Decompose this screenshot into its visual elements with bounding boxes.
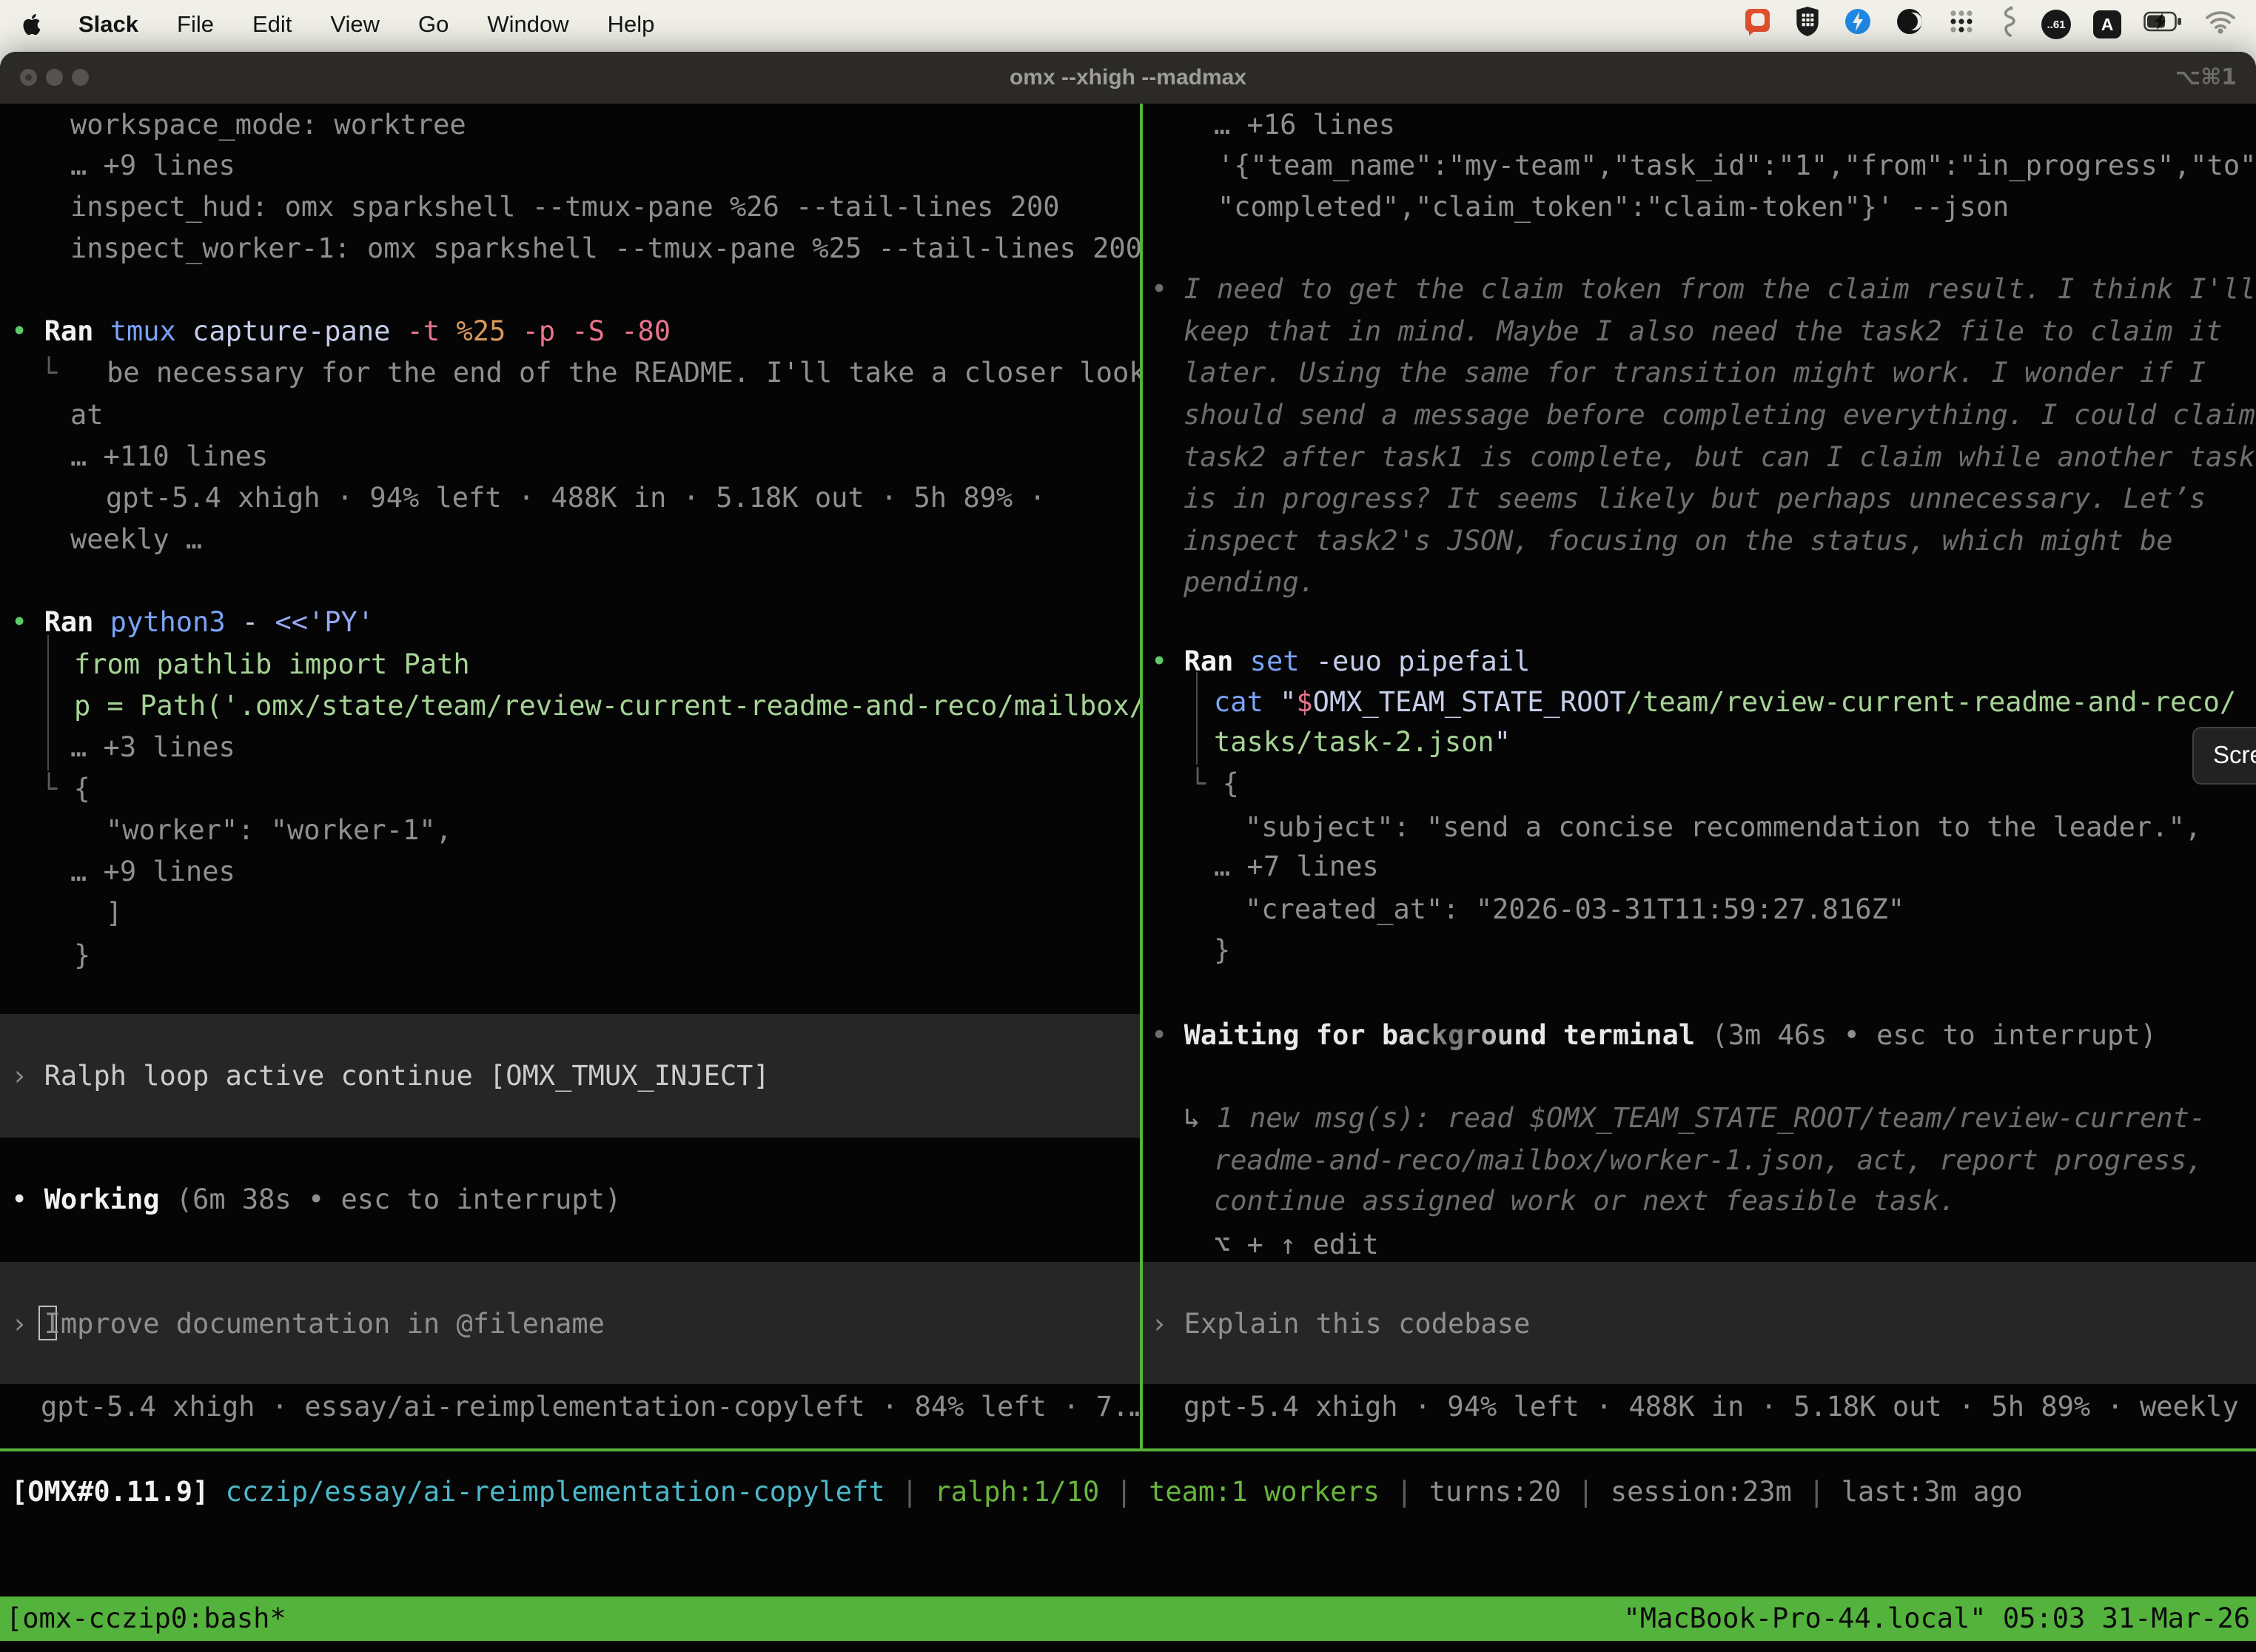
output-connector: [1196, 672, 1198, 765]
terminal-line: inspect task2's JSON, focusing on the st…: [1184, 520, 2173, 562]
omx-status-line: [OMX#0.11.9] cczip/essay/ai-reimplementa…: [11, 1471, 2023, 1513]
output-connector: [47, 635, 49, 770]
terminal-line: at: [70, 394, 104, 436]
terminal-line: … +3 lines: [70, 726, 235, 768]
terminal-line: }: [74, 934, 90, 976]
tmux-session-label[interactable]: [omx-cczip0:bash*: [6, 1596, 286, 1641]
pane-divider[interactable]: [1140, 104, 1143, 1451]
terminal-line: task2 after task1 is complete, but can I…: [1184, 436, 2255, 478]
thinking-line: • I need to get the claim token from the…: [1151, 268, 2256, 310]
screen-tooltip: Scre: [2192, 727, 2256, 785]
terminal-line: is in progress? It seems likely but perh…: [1184, 477, 2206, 520]
menu-window[interactable]: Window: [487, 11, 568, 37]
input-source-icon[interactable]: A: [2093, 10, 2121, 38]
menubar-status-icons: ..61 A: [1742, 5, 2237, 44]
working-status-line: • Working (6m 38s • esc to interrupt): [11, 1178, 621, 1220]
chat-app-icon[interactable]: [1742, 7, 1772, 42]
window-shortcut-badge: ⌥⌘1: [2175, 52, 2237, 104]
menu-file[interactable]: File: [177, 11, 214, 37]
terminal-line: from pathlib import Path: [74, 643, 470, 685]
prompt-placeholder-line: › Improve documentation in @filename: [11, 1303, 605, 1345]
terminal-line: inspect_worker-1: omx sparkshell --tmux-…: [70, 227, 1140, 269]
moon-icon[interactable]: [1895, 7, 1924, 42]
terminal-line: continue assigned work or next feasible …: [1214, 1180, 1955, 1222]
waiting-status-line: • Waiting for background terminal (3m 46…: [1151, 1014, 2157, 1056]
dots-grid-icon[interactable]: [1947, 7, 1976, 42]
terminal-line: └ {: [41, 768, 90, 810]
terminal-line: cat "$OMX_TEAM_STATE_ROOT/team/review-cu…: [1214, 681, 2236, 723]
terminal-line: workspace_mode: worktree: [70, 104, 466, 146]
terminal-line: "worker": "worker-1",: [106, 809, 452, 851]
menu-help[interactable]: Help: [608, 11, 655, 37]
battery-icon[interactable]: [2143, 11, 2182, 38]
menu-items: Slack File Edit View Go Window Help: [78, 11, 693, 38]
edit-hint-line: ⌥ + ↑ edit: [1214, 1223, 1379, 1266]
tmux-status-bar: [omx-cczip0:bash* "MacBook-Pro-44.local"…: [0, 1596, 2256, 1641]
apple-logo-icon[interactable]: [19, 12, 44, 37]
terminal-line: }: [1214, 929, 1230, 971]
terminal-line: should send a message before completing …: [1184, 394, 2255, 436]
terminal-line: ]: [106, 892, 122, 934]
prompt-placeholder-line: › Explain this codebase: [1151, 1303, 1530, 1345]
model-status-line: gpt-5.4 xhigh · 94% left · 488K in · 5.1…: [1184, 1386, 2256, 1428]
terminal-line: └ be necessary for the end of the README…: [41, 352, 1140, 394]
terminal-line: … +110 lines: [70, 435, 268, 477]
terminal-line: keep that in mind. Maybe I also need the…: [1184, 310, 2222, 352]
terminal-line: pending.: [1184, 561, 1315, 603]
terminal-content: workspace_mode: worktree… +9 linesinspec…: [0, 104, 2256, 1652]
terminal-line: p = Path('.omx/state/team/review-current…: [74, 685, 1140, 727]
activity-badge-icon[interactable]: [1843, 7, 1873, 42]
tooltip-text: Scre: [2213, 741, 2256, 768]
menu-go[interactable]: Go: [418, 11, 449, 37]
window-titlebar[interactable]: omx --xhigh --madmax ⌥⌘1: [0, 52, 2256, 104]
terminal-line: "completed","claim_token":"claim-token"}…: [1218, 186, 2009, 228]
hud-pane[interactable]: workspace_mode: worktree… +9 linesinspec…: [0, 104, 1140, 1448]
model-status-line: gpt-5.4 xhigh · essay/ai-reimplementatio…: [41, 1386, 1140, 1428]
ran-python-line: • Ran python3 - <<'PY': [11, 601, 374, 643]
terminal-line: '{"team_name":"my-team","task_id":"1","f…: [1218, 144, 2256, 187]
worker-pane[interactable]: … +16 lines'{"team_name":"my-team","task…: [1149, 104, 2256, 1448]
terminal-line: … +9 lines: [70, 850, 235, 893]
terminal-line: readme-and-reco/mailbox/worker-1.json, a…: [1214, 1139, 2203, 1181]
terminal-line: "created_at": "2026-03-31T11:59:27.816Z": [1245, 888, 1904, 930]
terminal-line: tasks/task-2.json": [1214, 721, 1511, 763]
terminal-line: later. Using the same for transition mig…: [1184, 352, 2206, 394]
password-shield-icon[interactable]: [1794, 6, 1821, 43]
terminal-line: └ {: [1189, 762, 1239, 805]
wifi-icon[interactable]: [2204, 9, 2237, 40]
terminal-line: inspect_hud: omx sparkshell --tmux-pane …: [70, 186, 1060, 228]
menu-view[interactable]: View: [330, 11, 380, 37]
ran-tmux-capture-line: • Ran tmux capture-pane -t %25 -p -S -80: [11, 310, 671, 352]
usage-badge-icon[interactable]: ..61: [2041, 10, 2071, 39]
menu-bar: Slack File Edit View Go Window Help ..61 A: [0, 0, 2256, 49]
tmux-host-clock: "MacBook-Pro-44.local" 05:03 31-Mar-26: [1624, 1596, 2250, 1641]
pane-bottom-border: [0, 1448, 2256, 1451]
window-title: omx --xhigh --madmax: [0, 52, 2256, 104]
input-source-value: A: [2101, 15, 2114, 35]
usage-badge-value: ..61: [2047, 19, 2065, 31]
terminal-window: omx --xhigh --madmax ⌥⌘1 workspace_mode:…: [0, 52, 2256, 1652]
menu-slack[interactable]: Slack: [78, 11, 138, 37]
ran-cat-line: • Ran set -euo pipefail: [1151, 640, 1530, 682]
terminal-line: … +9 lines: [70, 144, 235, 187]
terminal-line: … +16 lines: [1214, 104, 1395, 146]
squiggle-icon[interactable]: [1998, 5, 2019, 44]
ralph-loop-status-line: › Ralph loop active continue [OMX_TMUX_I…: [11, 1055, 770, 1097]
terminal-line: … +7 lines: [1214, 845, 1379, 887]
terminal-line: "subject": "send a concise recommendatio…: [1245, 806, 2201, 848]
mailbox-message-line: ↳ 1 new msg(s): read $OMX_TEAM_STATE_ROO…: [1184, 1097, 2206, 1139]
menu-edit[interactable]: Edit: [252, 11, 292, 37]
terminal-line: gpt-5.4 xhigh · 94% left · 488K in · 5.1…: [106, 477, 1046, 519]
terminal-line: weekly …: [70, 518, 202, 560]
